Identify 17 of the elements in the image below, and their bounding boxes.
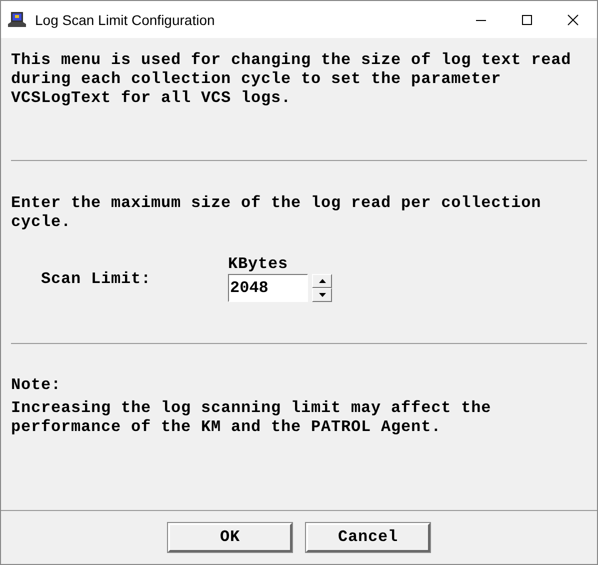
maximize-icon[interactable] <box>521 14 533 26</box>
unit-label: KBytes <box>228 255 290 274</box>
window-title: Log Scan Limit Configuration <box>35 12 215 28</box>
prompt-text: Enter the maximum size of the log read per collection cycle. <box>11 194 542 232</box>
scan-limit-field[interactable]: 2048 <box>228 274 308 302</box>
increment-button[interactable] <box>312 274 332 288</box>
note-heading: Note: <box>11 376 62 395</box>
cancel-button[interactable]: Cancel <box>306 523 430 552</box>
down-arrow-icon <box>318 293 326 297</box>
app-icon <box>8 12 26 28</box>
up-arrow-icon <box>318 279 326 283</box>
close-icon[interactable] <box>567 14 579 26</box>
note-text: Increasing the log scanning limit may affect the performance of the KM and the PATROL Agent. <box>11 399 492 437</box>
decrement-button[interactable] <box>312 288 332 302</box>
description-text: This menu is used for changing the size of log text read during each collection cycle to set the parameter VCSLogText for all VCS logs. <box>11 51 572 108</box>
scan-limit-label: Scan Limit: <box>41 270 152 289</box>
ok-button[interactable]: OK <box>168 523 292 552</box>
